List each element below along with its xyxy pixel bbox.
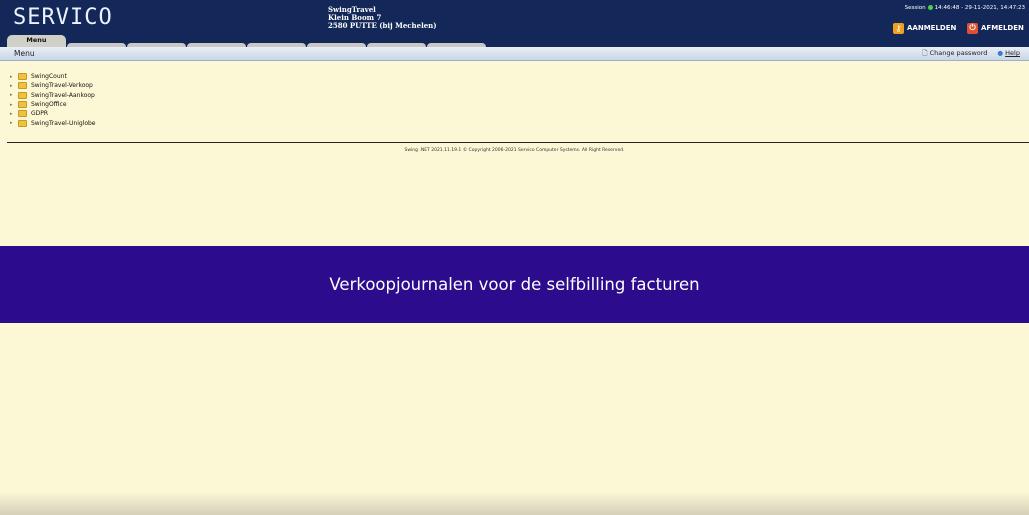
logout-label: AFMELDEN [981, 24, 1024, 32]
key-icon: ⚷ [893, 22, 904, 34]
session-info: Session 14:46:48 - 29-11-2021, 14:47:23 [905, 5, 1025, 11]
login-label: AANMELDEN [907, 24, 957, 32]
session-time: 14:46:48 - 29-11-2021, 14:47:23 [934, 5, 1025, 11]
folder-icon [18, 73, 27, 81]
menu-tree: ▸ SwingCount ▸ SwingTravel-Verkoop ▸ Swi… [10, 72, 96, 128]
expand-arrow-icon[interactable]: ▸ [10, 111, 18, 117]
bottom-shade [0, 491, 1029, 515]
tree-item-label: SwingOffice [31, 101, 67, 109]
tree-item-label: SwingTravel-Uniglobe [31, 119, 96, 127]
help-link[interactable]: ● Help [997, 49, 1020, 60]
notification-banner: Verkoopjournalen voor de selfbilling fac… [0, 246, 1029, 323]
folder-icon [18, 101, 27, 109]
session-label: Session [904, 5, 926, 11]
tree-item-label: GDPR [31, 110, 49, 118]
tab-menu[interactable]: Menu [7, 35, 66, 47]
tree-item-label: SwingCount [31, 73, 67, 81]
logout-button[interactable]: ⏻ AFMELDEN [967, 21, 1024, 35]
tree-item-gdpr[interactable]: ▸ GDPR [10, 109, 96, 118]
app-header: SERVICO SwingTravel Klein Boom 7 2580 PU… [0, 0, 1029, 47]
folder-icon [18, 119, 27, 127]
tree-item-swingcount[interactable]: ▸ SwingCount [10, 72, 96, 81]
tree-item-label: SwingTravel-Aankoop [31, 91, 95, 99]
session-status-icon [927, 5, 933, 10]
copyright-footer: Swing .NET 2021.11.19.1 © Copyright 2006… [404, 148, 625, 153]
power-icon: ⏻ [967, 22, 978, 34]
folder-icon [18, 110, 27, 118]
tree-item-swingtravel-uniglobe[interactable]: ▸ SwingTravel-Uniglobe [10, 118, 96, 127]
folder-icon [18, 82, 27, 90]
tab-bar: Menu [7, 35, 486, 47]
tree-item-swingtravel-verkoop[interactable]: ▸ SwingTravel-Verkoop [10, 81, 96, 90]
company-address: SwingTravel Klein Boom 7 2580 PUTTE (bij… [328, 6, 437, 30]
servico-logo: SERVICO [13, 5, 113, 30]
tree-item-swingtravel-aankoop[interactable]: ▸ SwingTravel-Aankoop [10, 91, 96, 100]
menu-bar: Menu 🗋 Change password ● Help [0, 47, 1029, 61]
change-password-link[interactable]: 🗋 Change password [922, 49, 987, 60]
expand-arrow-icon[interactable]: ▸ [10, 102, 18, 108]
content-divider [7, 142, 1029, 143]
help-label: Help [1005, 49, 1020, 57]
tree-item-label: SwingTravel-Verkoop [31, 82, 93, 90]
folder-icon [18, 91, 27, 99]
expand-arrow-icon[interactable]: ▸ [10, 120, 18, 126]
address-line2: 2580 PUTTE (bij Mechelen) [328, 21, 437, 30]
expand-arrow-icon[interactable]: ▸ [10, 92, 18, 98]
login-button[interactable]: ⚷ AANMELDEN [893, 21, 956, 35]
change-password-label: Change password [929, 49, 988, 57]
tree-item-swingoffice[interactable]: ▸ SwingOffice [10, 100, 96, 109]
document-icon: 🗋 [922, 49, 928, 57]
expand-arrow-icon[interactable]: ▸ [10, 83, 18, 89]
expand-arrow-icon[interactable]: ▸ [10, 74, 18, 80]
help-icon: ● [997, 49, 1004, 57]
menu-title: Menu [14, 49, 35, 58]
menu-bar-actions: 🗋 Change password ● Help [922, 49, 1020, 60]
